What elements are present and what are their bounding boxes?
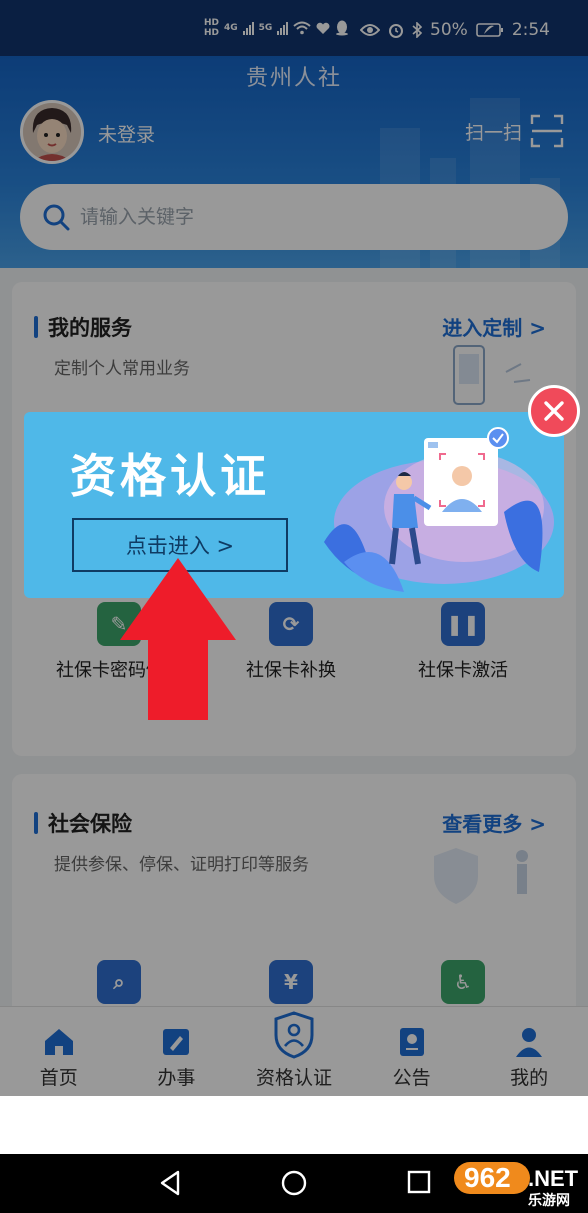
recents-icon[interactable] (407, 1170, 431, 1194)
close-icon (544, 401, 564, 421)
watermark-sub: 乐游网 (528, 1193, 570, 1209)
popup-title: 资格认证 (70, 449, 270, 503)
home-nav-icon[interactable] (281, 1170, 307, 1196)
red-arrow-annotation (120, 558, 236, 720)
certification-illustration-icon (324, 427, 554, 592)
back-icon[interactable] (158, 1170, 182, 1196)
watermark-suffix: .NET (528, 1166, 579, 1191)
close-popup-button[interactable] (528, 385, 580, 437)
watermark-number: 962 (464, 1162, 511, 1193)
system-nav-bar: 962 .NET 乐游网 (0, 1154, 588, 1213)
qualification-popup[interactable]: 资格认证 点击进入 > (24, 412, 564, 598)
watermark-logo: 962 .NET 乐游网 (454, 1160, 582, 1209)
